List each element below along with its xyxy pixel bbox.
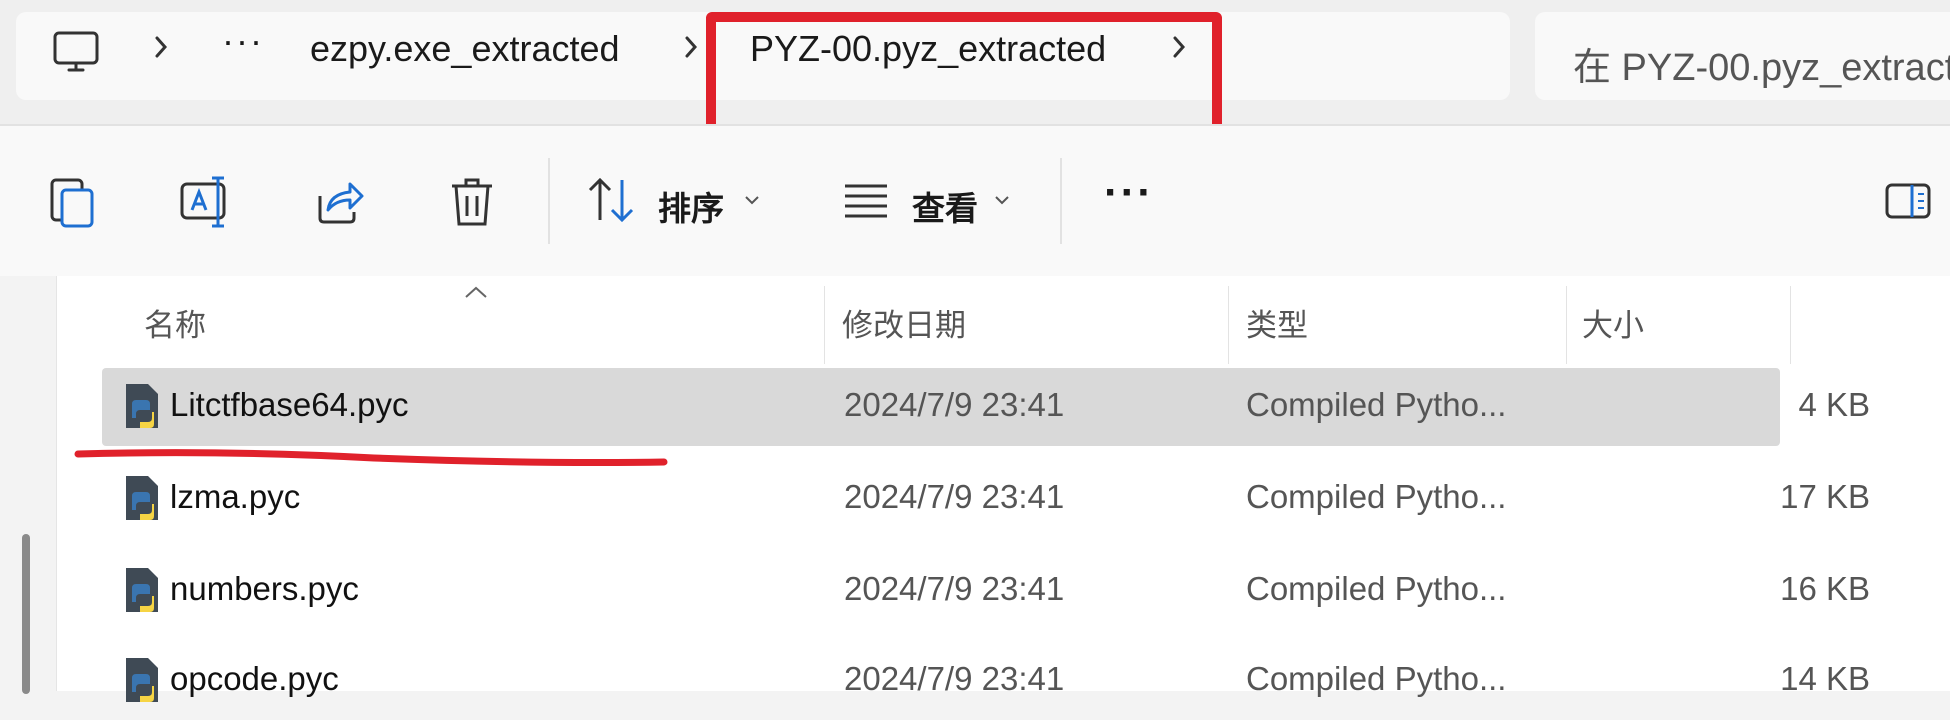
column-header-modified[interactable]: 修改日期	[842, 300, 966, 345]
sort-icon	[588, 177, 634, 223]
file-name: numbers.pyc	[170, 570, 359, 607]
file-row[interactable]: Litctfbase64.pyc 2024/7/9 23:41 Compiled…	[102, 368, 1870, 446]
search-box[interactable]: 在 PYZ-00.pyz_extracted 中搜索	[1535, 12, 1950, 100]
more-options-button[interactable]: ···	[1104, 168, 1154, 218]
chevron-down-icon	[745, 196, 759, 205]
share-icon[interactable]	[306, 170, 370, 234]
file-list: 名称 修改日期 类型 大小 Litctfbase64.pyc 2024/7/9 …	[0, 276, 1950, 702]
file-name: lzma.pyc	[170, 478, 301, 515]
breadcrumb-overflow[interactable]: ···	[222, 20, 264, 62]
column-divider[interactable]	[1228, 286, 1229, 364]
file-type: Compiled Pytho...	[1246, 660, 1507, 697]
underline-annotation	[74, 449, 668, 466]
file-row[interactable]: numbers.pyc 2024/7/9 23:41 Compiled Pyth…	[102, 552, 1870, 630]
sort-label: 排序	[658, 190, 724, 227]
command-bar: 排序 查看 ···	[0, 124, 1950, 278]
scrollbar-thumb[interactable]	[22, 534, 30, 694]
view-button[interactable]: 查看	[842, 166, 1022, 238]
highlight-annotation-box	[706, 12, 1222, 138]
file-type: Compiled Pytho...	[1246, 478, 1507, 515]
column-header-type[interactable]: 类型	[1246, 300, 1308, 345]
file-name: Litctfbase64.pyc	[170, 386, 409, 423]
file-type: Compiled Pytho...	[1246, 570, 1507, 607]
breadcrumb-item-ezpy[interactable]: ezpy.exe_extracted	[310, 28, 620, 70]
file-name: opcode.pyc	[170, 660, 339, 697]
file-modified: 2024/7/9 23:41	[844, 478, 1065, 515]
view-label: 查看	[912, 190, 978, 227]
search-input[interactable]: 在 PYZ-00.pyz_extracted 中搜索	[1573, 36, 1950, 91]
column-header-size[interactable]: 大小	[1582, 300, 1644, 345]
details-pane-icon[interactable]	[1884, 182, 1932, 222]
toolbar-divider	[548, 158, 550, 244]
file-type: Compiled Pytho...	[1246, 386, 1507, 423]
column-divider[interactable]	[1566, 286, 1567, 364]
chevron-right-icon[interactable]	[678, 30, 704, 64]
rename-icon[interactable]	[174, 170, 238, 234]
file-row[interactable]: opcode.pyc 2024/7/9 23:41 Compiled Pytho…	[102, 642, 1870, 720]
file-modified: 2024/7/9 23:41	[844, 570, 1065, 607]
file-modified: 2024/7/9 23:41	[844, 386, 1065, 423]
chevron-right-icon[interactable]	[148, 30, 174, 64]
column-divider[interactable]	[824, 286, 825, 364]
file-size: 4 KB	[1798, 386, 1870, 423]
column-header-name[interactable]: 名称	[144, 300, 206, 345]
python-file-icon	[126, 658, 158, 702]
column-divider[interactable]	[1790, 286, 1791, 364]
computer-icon[interactable]	[52, 30, 100, 76]
file-size: 17 KB	[1780, 478, 1870, 515]
file-size: 14 KB	[1780, 660, 1870, 697]
python-file-icon	[126, 568, 158, 612]
view-list-icon	[845, 184, 887, 218]
sort-ascending-icon	[465, 286, 487, 298]
toolbar-divider	[1060, 158, 1062, 244]
python-file-icon	[126, 476, 158, 520]
sort-button[interactable]: 排序	[586, 166, 772, 238]
trash-icon[interactable]	[440, 170, 504, 234]
file-modified: 2024/7/9 23:41	[844, 660, 1065, 697]
chevron-down-icon	[995, 196, 1009, 205]
file-size: 16 KB	[1780, 570, 1870, 607]
navigation-pane-edge	[0, 276, 57, 694]
python-file-icon	[126, 384, 158, 428]
copy-icon[interactable]	[40, 170, 104, 234]
